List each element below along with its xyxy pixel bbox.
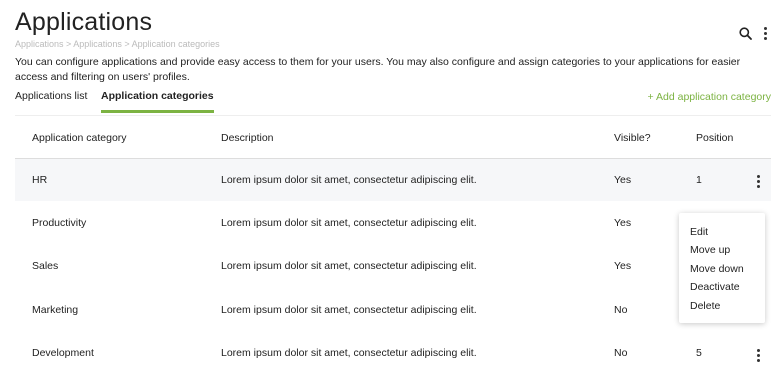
category-description: Lorem ipsum dolor sit amet, consectetur … bbox=[221, 158, 614, 202]
menu-item-delete[interactable]: Delete bbox=[679, 297, 765, 315]
table-row[interactable]: Productivity Lorem ipsum dolor sit amet,… bbox=[15, 201, 771, 244]
menu-item-move-up[interactable]: Move up bbox=[679, 241, 765, 259]
column-header-category[interactable]: Application category bbox=[15, 118, 221, 159]
table-header-row: Application category Description Visible… bbox=[15, 118, 771, 159]
tab-application-categories[interactable]: Application categories bbox=[101, 90, 214, 113]
category-name: Productivity bbox=[32, 217, 87, 230]
category-name: Sales bbox=[32, 260, 59, 273]
category-visible: No bbox=[614, 347, 628, 360]
category-description: Lorem ipsum dolor sit amet, consectetur … bbox=[221, 303, 477, 316]
row-actions-icon[interactable] bbox=[753, 173, 764, 190]
page-title: Applications bbox=[15, 8, 153, 36]
table-row[interactable]: Marketing Lorem ipsum dolor sit amet, co… bbox=[15, 288, 771, 331]
tabs-divider bbox=[15, 115, 771, 116]
column-header-visible[interactable]: Visible? bbox=[614, 118, 696, 159]
table-row[interactable]: HR Lorem ipsum dolor sit amet, consectet… bbox=[15, 158, 771, 202]
category-visible: Yes bbox=[614, 158, 696, 202]
row-context-menu: Edit Move up Move down Deactivate Delete bbox=[679, 213, 765, 323]
row-actions-icon[interactable] bbox=[753, 347, 764, 364]
search-icon[interactable] bbox=[739, 27, 752, 40]
column-header-actions bbox=[746, 118, 771, 159]
table-row[interactable]: Sales Lorem ipsum dolor sit amet, consec… bbox=[15, 245, 771, 288]
category-description: Lorem ipsum dolor sit amet, consectetur … bbox=[221, 260, 477, 273]
add-application-category-link[interactable]: + Add application category bbox=[648, 91, 771, 103]
menu-item-edit[interactable]: Edit bbox=[679, 223, 765, 241]
category-description: Lorem ipsum dolor sit amet, consectetur … bbox=[221, 217, 477, 230]
menu-item-deactivate[interactable]: Deactivate bbox=[679, 278, 765, 296]
category-position: 1 bbox=[696, 158, 746, 202]
category-name: Development bbox=[32, 347, 94, 360]
categories-table: Application category Description Visible… bbox=[15, 118, 771, 375]
column-header-description[interactable]: Description bbox=[221, 118, 614, 159]
category-position: 5 bbox=[696, 347, 702, 360]
category-name: HR bbox=[15, 158, 221, 202]
category-name: Marketing bbox=[32, 303, 79, 316]
more-vertical-icon[interactable] bbox=[760, 25, 771, 42]
tab-bar: Applications list Application categories… bbox=[15, 90, 771, 116]
breadcrumb: Applications > Applications > Applicatio… bbox=[15, 39, 220, 49]
column-header-position[interactable]: Position bbox=[696, 118, 746, 159]
category-description: Lorem ipsum dolor sit amet, consectetur … bbox=[221, 347, 477, 360]
table-row[interactable]: Development Lorem ipsum dolor sit amet, … bbox=[15, 332, 771, 375]
intro-text: You can configure applications and provi… bbox=[15, 56, 741, 83]
header-actions bbox=[739, 25, 771, 42]
tab-applications-list[interactable]: Applications list bbox=[15, 90, 87, 110]
menu-item-move-down[interactable]: Move down bbox=[679, 260, 765, 278]
